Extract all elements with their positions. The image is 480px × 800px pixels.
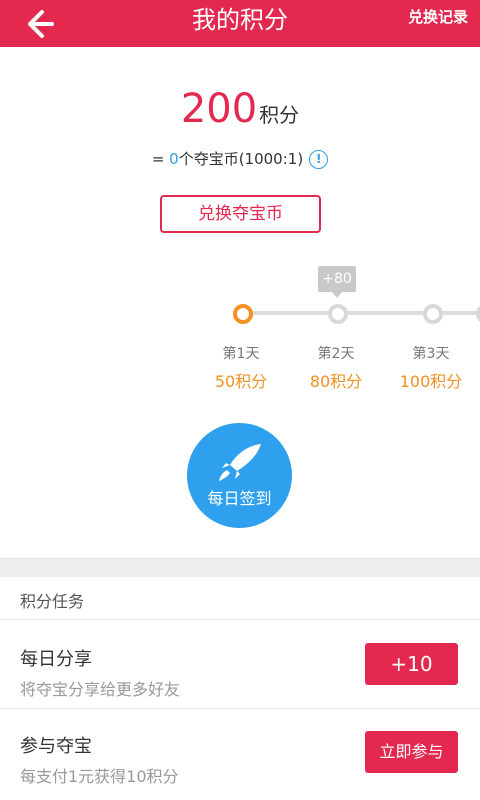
divider — [0, 619, 480, 620]
task-description: 每支付1元获得10积分 — [20, 767, 179, 786]
rocket-icon — [219, 444, 261, 481]
coins-value: 0 — [169, 150, 179, 168]
exchange-coins-button[interactable]: 兑换夺宝币 — [160, 195, 321, 233]
exchange-record-link[interactable]: 兑换记录 — [408, 0, 468, 34]
checkin-dot-day1 — [233, 304, 253, 324]
points-unit: 积分 — [259, 103, 300, 127]
day-points: 100积分 — [399, 372, 463, 391]
coins-prefix: = — [151, 150, 170, 168]
day-label: 第1天 — [222, 346, 260, 362]
checkin-dot-day3 — [423, 304, 443, 324]
share-task-button[interactable]: +10 — [365, 643, 458, 685]
coins-equivalent: = 0个夺宝币(1000:1)! — [0, 148, 480, 169]
info-icon[interactable]: ! — [309, 150, 329, 169]
daily-signin-button[interactable]: 每日签到 — [187, 423, 292, 528]
task-title: 每日分享 — [20, 649, 92, 670]
section-separator — [0, 558, 480, 577]
join-task-button[interactable]: 立即参与 — [365, 731, 458, 773]
checkin-track — [241, 311, 480, 315]
signin-label: 每日签到 — [207, 489, 272, 508]
day-points: 80积分 — [309, 372, 363, 391]
app-header: 我的积分 兑换记录 — [0, 0, 480, 47]
day-points: 50积分 — [214, 372, 268, 391]
tasks-section-title: 积分任务 — [20, 592, 85, 611]
day-label: 第3天 — [412, 346, 450, 362]
checkin-dot-day2 — [328, 304, 348, 324]
divider — [0, 708, 480, 709]
task-description: 将夺宝分享给更多好友 — [20, 680, 181, 699]
points-summary: 200 积分 — [0, 86, 480, 132]
coins-suffix: 个夺宝币(1000:1) — [178, 150, 304, 168]
points-value: 200 — [180, 86, 258, 132]
bonus-tooltip: +80 — [318, 266, 356, 298]
day-label: 第2天 — [317, 346, 355, 362]
checkin-dot-day4 — [476, 304, 480, 324]
task-title: 参与夺宝 — [20, 736, 92, 757]
